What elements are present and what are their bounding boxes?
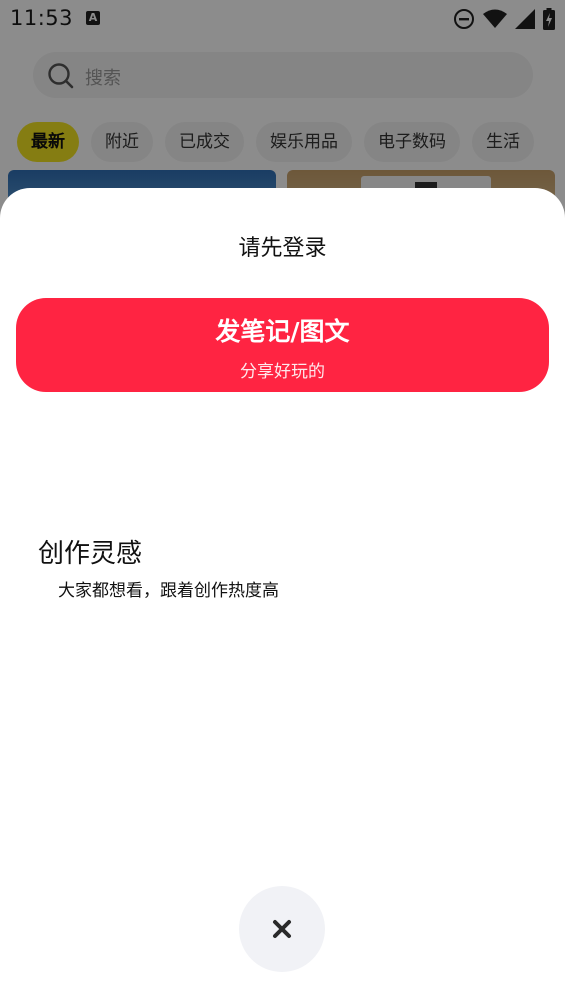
post-note-button[interactable]: 发笔记/图文 分享好玩的 [16,298,549,392]
close-icon [273,920,291,938]
inspiration-description: 大家都想看，跟着创作热度高 [58,581,279,601]
post-button-subtitle: 分享好玩的 [240,362,325,382]
post-button-title: 发笔记/图文 [215,317,350,346]
inspiration-title: 创作灵感 [38,539,143,569]
creative-inspiration-item[interactable]: 创作灵感 大家都想看，跟着创作热度高 [38,533,279,601]
sheet-title: 请先登录 [238,236,327,261]
close-button[interactable] [239,886,325,972]
post-bottom-sheet: 请先登录 发笔记/图文 分享好玩的 创作灵感 大家都想看，跟着创作热度高 [0,188,565,1004]
